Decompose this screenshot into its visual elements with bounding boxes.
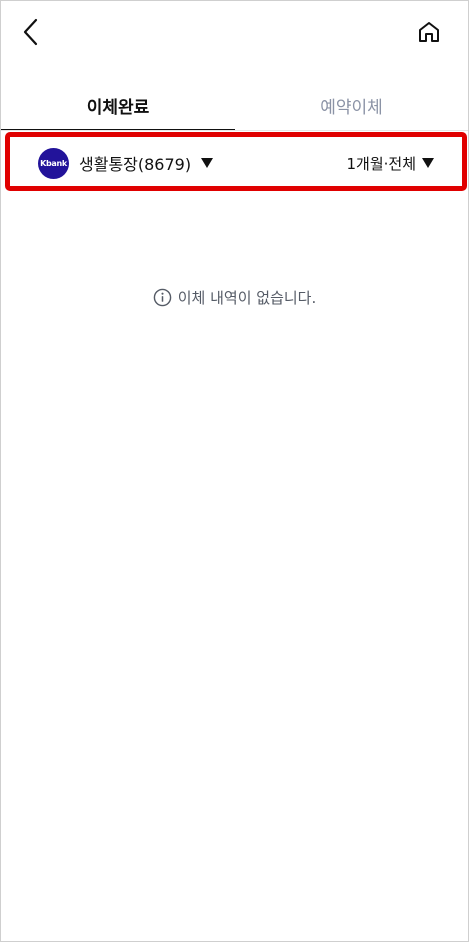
tab-divider: [1, 130, 468, 131]
bank-logo: Kbank: [38, 147, 69, 179]
info-icon: [153, 288, 172, 307]
tab-scheduled-transfer[interactable]: 예약이체: [235, 79, 468, 131]
home-icon: [419, 22, 439, 42]
account-selector[interactable]: Kbank 생활통장(8679): [38, 147, 214, 179]
filter-bar: Kbank 생활통장(8679) 1개월·전체: [5, 132, 467, 191]
caret-down-icon: [422, 158, 434, 168]
caret-down-icon: [201, 158, 214, 168]
empty-state: 이체 내역이 없습니다.: [1, 287, 468, 308]
bank-logo-text: Kbank: [40, 158, 67, 168]
tab-label: 이체완료: [86, 97, 150, 118]
period-label: 1개월·전체: [346, 154, 416, 173]
period-selector[interactable]: 1개월·전체: [346, 148, 434, 178]
tab-bar: 이체완료 예약이체: [1, 79, 468, 131]
empty-message: 이체 내역이 없습니다.: [177, 289, 317, 307]
chevron-left-icon: [23, 18, 38, 46]
tab-label: 예약이체: [320, 97, 383, 118]
header: [1, 1, 468, 65]
tab-transfer-complete[interactable]: 이체완료: [1, 79, 235, 131]
home-button[interactable]: [409, 12, 449, 52]
screen: 이체완료 예약이체 Kbank 생활통장(8679) 1개월·전체 이체 내역이…: [0, 0, 469, 942]
account-name: 생활통장(8679): [79, 155, 192, 174]
back-button[interactable]: [11, 12, 51, 52]
